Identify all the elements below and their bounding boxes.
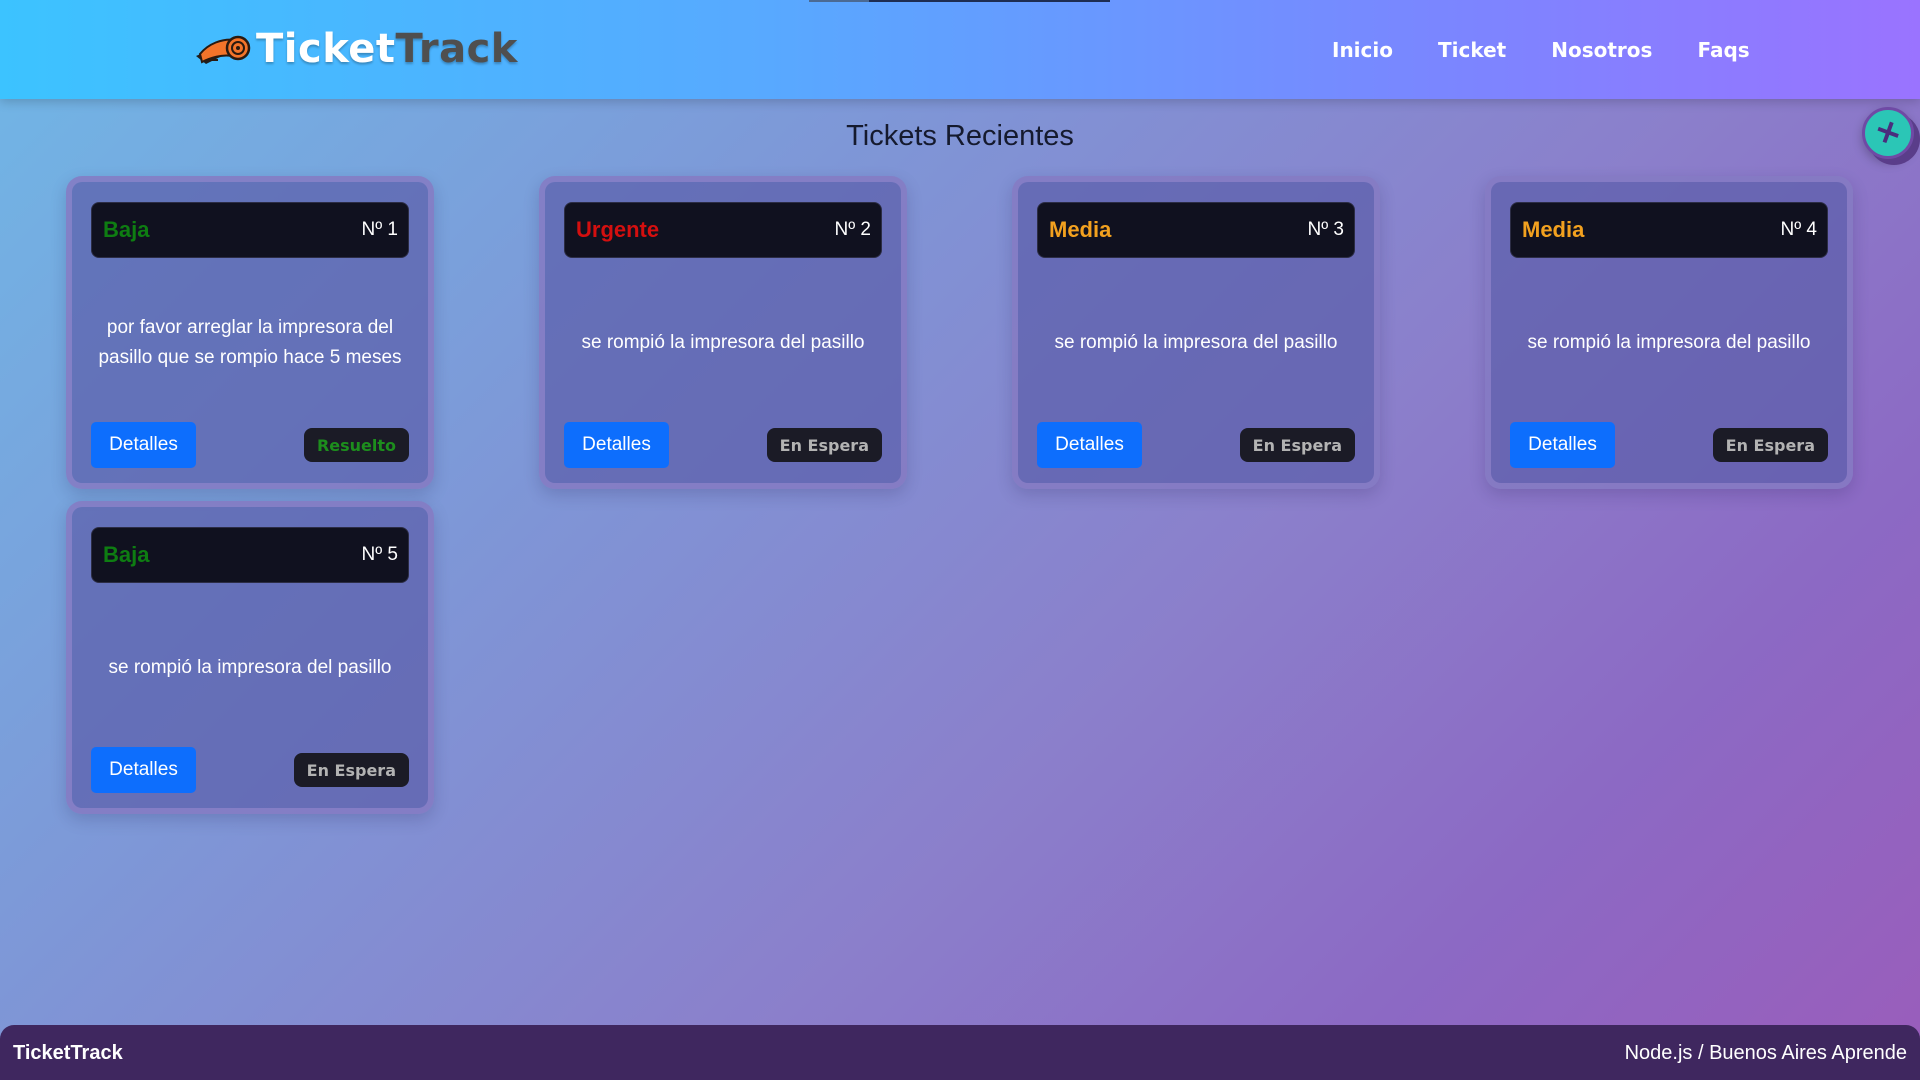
- ticket-number: Nº 2: [834, 219, 871, 240]
- ticket-description: se rompió la impresora del pasillo: [1527, 332, 1811, 353]
- details-button[interactable]: Detalles: [1037, 422, 1142, 468]
- ticket-description: se rompió la impresora del pasillo: [108, 657, 392, 678]
- details-button[interactable]: Detalles: [91, 422, 196, 468]
- status-badge: En Espera: [766, 428, 882, 462]
- ticket-number: Nº 4: [1780, 219, 1817, 240]
- ticket-number: Nº 3: [1307, 219, 1344, 240]
- ticket-card: Urgente Nº 2 se rompió la impresora del …: [539, 176, 907, 489]
- status-badge: Resuelto: [303, 428, 409, 462]
- ticket-number: Nº 1: [361, 219, 398, 240]
- ticket-card-header: Baja Nº 1: [91, 202, 409, 258]
- scroll-indicator: [809, 0, 1110, 2]
- details-button[interactable]: Detalles: [564, 422, 669, 468]
- footer: TicketTrack Node.js / Buenos Aires Apren…: [0, 1025, 1920, 1080]
- plus-icon: +: [1867, 108, 1909, 156]
- status-badge: En Espera: [1239, 428, 1355, 462]
- nav-link-nosotros[interactable]: Nosotros: [1551, 37, 1652, 63]
- brand-name: TicketTrack: [256, 26, 518, 72]
- ticket-priority: Baja: [103, 217, 150, 242]
- details-button[interactable]: Detalles: [1510, 422, 1615, 468]
- ticket-description: se rompió la impresora del pasillo: [581, 332, 865, 353]
- add-ticket-button[interactable]: +: [1862, 107, 1914, 159]
- ticket-number: Nº 5: [361, 544, 398, 565]
- ticket-card: Baja Nº 5 se rompió la impresora del pas…: [66, 501, 434, 814]
- nav-link-faqs[interactable]: Faqs: [1697, 37, 1749, 63]
- footer-credit: Node.js / Buenos Aires Aprende: [1624, 1042, 1907, 1064]
- ticket-priority: Urgente: [576, 217, 660, 242]
- brand-name-part2: Track: [395, 26, 518, 72]
- ticket-card: Media Nº 3 se rompió la impresora del pa…: [1012, 176, 1380, 489]
- main-nav: Inicio Ticket Nosotros Faqs: [1332, 37, 1750, 63]
- ticket-description: por favor arreglar la impresora del pasi…: [98, 317, 402, 368]
- details-button[interactable]: Detalles: [91, 747, 196, 793]
- top-navbar: TicketTrack Inicio Ticket Nosotros Faqs: [0, 0, 1920, 99]
- status-badge: En Espera: [293, 753, 409, 787]
- orange-scroll-logo-icon: [196, 35, 251, 64]
- ticket-priority: Media: [1049, 217, 1112, 242]
- nav-link-ticket[interactable]: Ticket: [1438, 37, 1506, 63]
- brand-logo-link[interactable]: TicketTrack: [192, 26, 518, 72]
- ticket-card: Media Nº 4 se rompió la impresora del pa…: [1485, 176, 1853, 489]
- ticket-card-header: Urgente Nº 2: [564, 202, 882, 258]
- page-title: Tickets Recientes: [846, 120, 1074, 152]
- ticket-description: se rompió la impresora del pasillo: [1054, 332, 1338, 353]
- ticket-priority: Baja: [103, 542, 150, 567]
- ticket-card-header: Baja Nº 5: [91, 527, 409, 583]
- ticket-card-header: Media Nº 3: [1037, 202, 1355, 258]
- ticket-card: Baja Nº 1 por favor arreglar la impresor…: [66, 176, 434, 489]
- nav-link-inicio[interactable]: Inicio: [1332, 37, 1393, 63]
- brand-name-part1: Ticket: [256, 26, 396, 72]
- ticket-priority: Media: [1522, 217, 1585, 242]
- status-badge: En Espera: [1712, 428, 1828, 462]
- ticket-card-header: Media Nº 4: [1510, 202, 1828, 258]
- footer-brand: TicketTrack: [13, 1042, 123, 1064]
